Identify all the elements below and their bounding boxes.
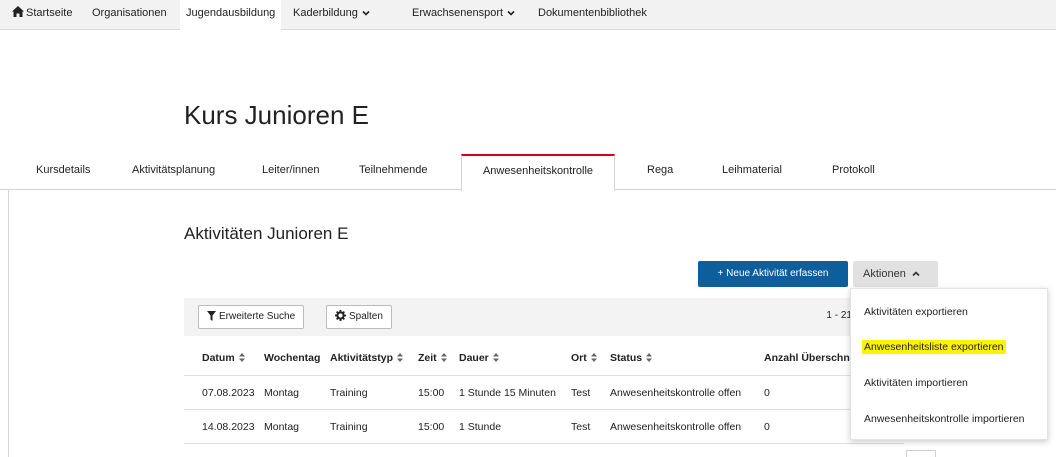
menu-item-export-activities[interactable]: Aktivitäten exportieren — [864, 306, 968, 318]
pagination-box[interactable] — [906, 450, 936, 457]
nav-item-dokumentenbibliothek[interactable]: Dokumentenbibliothek — [538, 0, 647, 30]
table-row[interactable]: 14.08.2023 Montag Training 15:00 1 Stunde Tes… — [184, 410, 904, 444]
column-header-duration[interactable]: Dauer — [459, 340, 499, 375]
table-cell-overlap-count: 0 — [764, 386, 770, 399]
column-header-label: Ort — [571, 351, 587, 364]
nav-item-label: Kaderbildung — [293, 7, 358, 19]
table-toolbar: Erweiterte Suche Spalten 1 - 21 — [184, 298, 904, 336]
tab-leihmaterial[interactable]: Leihmaterial — [722, 154, 782, 190]
tab-protokoll[interactable]: Protokoll — [832, 154, 875, 190]
tab-rega[interactable]: Rega — [647, 154, 673, 190]
chevron-down-icon — [507, 11, 515, 16]
tab-anwesenheitskontrolle[interactable]: Anwesenheitskontrolle — [461, 154, 615, 191]
tab-leiterinnen[interactable]: Leiter/innen — [262, 154, 320, 190]
home-icon — [12, 6, 24, 17]
nav-item-label: Startseite — [26, 7, 73, 19]
column-header-time[interactable]: Zeit — [418, 340, 447, 375]
new-activity-button[interactable]: + Neue Aktivität erfassen — [698, 261, 848, 287]
column-header-date[interactable]: Datum — [202, 340, 245, 375]
tab-aktivitaetsplanung[interactable]: Aktivitätsplanung — [132, 154, 215, 190]
table-header-row: Datum Wochentag Aktivitätstyp Zeit Dauer Ort S… — [184, 340, 904, 376]
column-header-status[interactable]: Status — [610, 340, 653, 375]
tab-label: Teilnehmende — [359, 164, 428, 176]
column-header-activity-type[interactable]: Aktivitätstyp — [330, 340, 404, 375]
table-row[interactable]: 07.08.2023 Montag Training 15:00 1 Stunde 15… — [184, 376, 904, 410]
actions-dropdown-button[interactable]: Aktionen — [853, 261, 938, 287]
advanced-search-button[interactable]: Erweiterte Suche — [198, 305, 305, 329]
column-header-label: Anzahl Überschne — [764, 351, 856, 364]
table-cell-status: Anwesenheitskontrolle offen — [610, 420, 742, 433]
chevron-down-icon — [362, 11, 370, 16]
column-header-label: Dauer — [459, 351, 489, 364]
table-cell-activity-type: Training — [330, 386, 368, 399]
table-cell-duration: 1 Stunde — [459, 420, 502, 433]
tab-label: Protokoll — [832, 164, 875, 176]
sort-icon — [646, 353, 653, 362]
column-header-overlap-count[interactable]: Anzahl Überschne — [764, 340, 856, 375]
column-header-location[interactable]: Ort — [571, 340, 597, 375]
table-cell-date: 07.08.2023 — [202, 386, 255, 399]
nav-item-label: Organisationen — [92, 7, 167, 19]
tab-label: Leiter/innen — [262, 164, 320, 176]
column-header-label: Aktivitätstyp — [330, 351, 394, 364]
column-header-label: Status — [610, 351, 643, 364]
pagination-info: 1 - 21 — [826, 310, 852, 321]
sort-icon — [397, 353, 404, 362]
table-cell-time: 15:00 — [418, 386, 445, 399]
table-cell-location: Test — [571, 420, 591, 433]
actions-dropdown-menu: Aktivitäten exportieren Anwesenheitslist… — [850, 288, 1048, 440]
column-header-label: Zeit — [418, 351, 437, 364]
nav-item-label: Jugendausbildung — [186, 7, 276, 19]
nav-item-organisationen[interactable]: Organisationen — [92, 0, 167, 30]
sort-icon — [238, 353, 245, 362]
nav-item-label: Erwachsenensport — [412, 7, 504, 19]
table-cell-date: 14.08.2023 — [202, 420, 255, 433]
filter-icon — [207, 311, 216, 321]
column-header-label: Datum — [202, 351, 235, 364]
table-cell-duration: 1 Stunde 15 Minuten — [459, 386, 556, 399]
tab-label: Rega — [647, 164, 674, 176]
tab-label: Anwesenheitskontrolle — [482, 165, 594, 177]
table-cell-location: Test — [571, 386, 591, 399]
menu-item-import-activities[interactable]: Aktivitäten importieren — [864, 377, 968, 389]
tab-label: Aktivitätsplanung — [132, 164, 216, 176]
advanced-search-label: Erweiterte Suche — [219, 311, 296, 322]
table-cell-activity-type: Training — [330, 420, 368, 433]
nav-item-jugendausbildung[interactable]: Jugendausbildung — [180, 0, 282, 31]
columns-label: Spalten — [349, 311, 383, 322]
tab-label: Kursdetails — [36, 164, 91, 176]
nav-item-erwachsenensport[interactable]: Erwachsenensport — [412, 0, 516, 30]
chevron-up-icon — [912, 271, 920, 277]
columns-button[interactable]: Spalten — [326, 305, 392, 329]
menu-item-export-attendance-list[interactable]: Anwesenheitsliste exportieren — [862, 340, 1006, 354]
menu-item-import-attendance[interactable]: Anwesenheitskontrolle importieren — [864, 413, 1025, 425]
tab-teilnehmende[interactable]: Teilnehmende — [359, 154, 428, 190]
sort-icon — [440, 353, 447, 362]
nav-item-startseite[interactable]: Startseite — [12, 0, 72, 30]
gear-icon — [335, 310, 346, 321]
top-navigation: Startseite Organisationen Jugendausbildu… — [0, 0, 1056, 31]
sort-icon — [590, 353, 597, 362]
table-cell-overlap-count: 0 — [764, 420, 770, 433]
table-cell-status: Anwesenheitskontrolle offen — [610, 386, 742, 399]
table-cell-time: 15:00 — [418, 420, 445, 433]
table-cell-weekday: Montag — [264, 420, 300, 433]
actions-button-label: Aktionen — [863, 268, 906, 280]
page-title: Kurs Junioren E — [184, 100, 369, 130]
column-header-weekday[interactable]: Wochentag — [264, 340, 320, 375]
nav-item-kaderbildung[interactable]: Kaderbildung — [293, 0, 371, 30]
course-tabs: Kursdetails Aktivitätsplanung Leiter/inn… — [0, 154, 1056, 191]
tab-label: Leihmaterial — [722, 164, 782, 176]
table-cell-weekday: Montag — [264, 386, 300, 399]
tab-kursdetails[interactable]: Kursdetails — [36, 154, 90, 190]
sort-icon — [492, 353, 499, 362]
content-divider — [8, 190, 9, 457]
section-title: Aktivitäten Junioren E — [184, 224, 349, 243]
column-header-label: Wochentag — [264, 351, 321, 364]
nav-item-label: Dokumentenbibliothek — [538, 7, 647, 19]
